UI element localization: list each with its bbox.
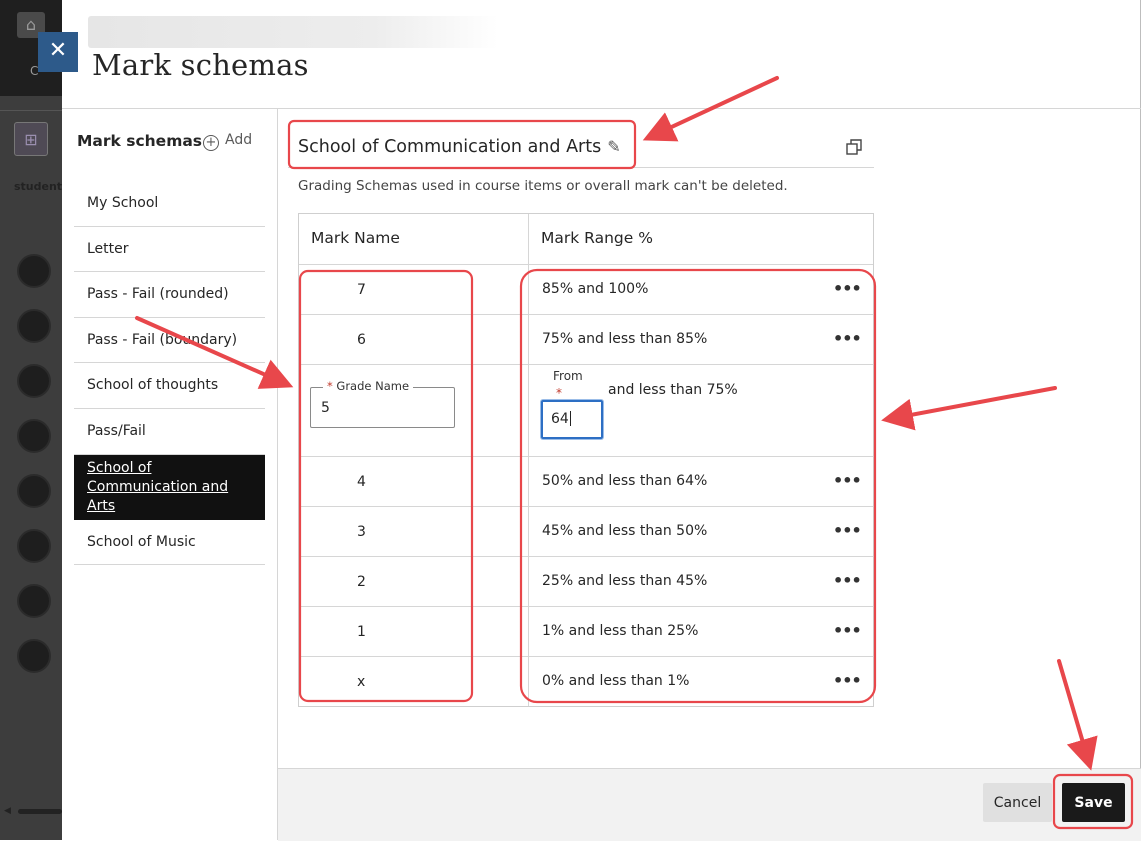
schema-item-school-of-thoughts[interactable]: School of thoughts [74, 363, 265, 409]
schema-item-communication-arts[interactable]: School of Communication and Arts [74, 455, 265, 520]
avatar [17, 419, 51, 453]
schema-item-label: Letter [87, 240, 129, 257]
schema-item-label: Pass - Fail (boundary) [87, 331, 238, 348]
mark-name: 7 [357, 282, 366, 298]
avatar [17, 254, 51, 288]
schema-item-label: Pass - Fail (rounded) [87, 286, 229, 302]
more-options-icon[interactable]: ••• [833, 571, 862, 590]
mark-table: Mark Name Mark Range % 7 85% and 100% ••… [298, 213, 874, 707]
schema-item-music[interactable]: School of Music [74, 520, 265, 565]
more-options-icon[interactable]: ••• [833, 471, 862, 490]
table-row: 4 50% and less than 64% ••• [299, 456, 873, 507]
background-app: ⌂ C ⊞ students ◀ [0, 0, 62, 840]
avatar [17, 309, 51, 343]
schema-list: My School Letter Pass - Fail (rounded) P… [74, 181, 265, 565]
more-options-icon[interactable]: ••• [833, 671, 862, 690]
grade-name-label: * Grade Name [323, 379, 414, 393]
close-button[interactable]: ✕ [38, 32, 78, 72]
required-mark: * [327, 379, 333, 393]
copy-icon[interactable] [846, 139, 862, 155]
table-row-editing: * Grade Name 5 From * 64 and less than 7… [299, 364, 873, 457]
bg-students-label: students [14, 180, 62, 193]
more-options-icon[interactable]: ••• [833, 279, 862, 298]
from-label: From [553, 369, 583, 383]
table-row: x 0% and less than 1% ••• [299, 656, 873, 707]
mark-range: 45% and less than 50% [542, 523, 708, 539]
schema-item-my-school[interactable]: My School [74, 181, 265, 227]
more-options-icon[interactable]: ••• [833, 521, 862, 540]
more-options-icon[interactable]: ••• [833, 621, 862, 640]
table-row: 6 75% and less than 85% ••• [299, 314, 873, 365]
schema-item-pass-fail-rounded[interactable]: Pass - Fail (rounded) [74, 272, 265, 318]
table-row: 2 25% and less than 45% ••• [299, 556, 873, 607]
grade-name-field[interactable]: * Grade Name 5 [310, 379, 455, 428]
schema-title: School of Communication and Arts ✎ [298, 137, 621, 157]
mark-name: x [357, 674, 366, 690]
mark-name: 2 [357, 574, 366, 590]
schema-item-label: My School [87, 195, 159, 211]
header-divider [62, 108, 1141, 109]
avatar [17, 639, 51, 673]
mark-range: 50% and less than 64% [542, 473, 708, 489]
mark-range: 85% and 100% [542, 281, 649, 297]
range-suffix: and less than 75% [608, 382, 738, 398]
more-options-icon[interactable]: ••• [833, 329, 862, 348]
from-percent-input[interactable]: 64 [541, 400, 603, 439]
mark-name: 3 [357, 524, 366, 540]
save-button[interactable]: Save [1062, 783, 1125, 822]
schema-title-text: School of Communication and Arts [298, 137, 602, 157]
schema-item-pass-fail-boundary[interactable]: Pass - Fail (boundary) [74, 318, 265, 363]
breadcrumb [88, 16, 498, 48]
horizontal-scrollbar[interactable] [18, 809, 62, 814]
mark-name: 4 [357, 474, 366, 490]
column-header-mark-name: Mark Name [311, 229, 400, 247]
scroll-left-icon[interactable]: ◀ [4, 806, 11, 816]
schema-item-pass-fail[interactable]: Pass/Fail [74, 409, 265, 455]
mark-range: 1% and less than 25% [542, 623, 699, 639]
grade-name-label-text: Grade Name [336, 379, 410, 393]
mark-range: 0% and less than 1% [542, 673, 690, 689]
from-value[interactable]: 64 [551, 411, 571, 427]
mark-range: 25% and less than 45% [542, 573, 708, 589]
bg-divider [0, 110, 62, 111]
schema-item-label: School of Music [87, 533, 196, 550]
nav-heading: Mark schemas [77, 132, 203, 150]
info-note: Grading Schemas used in course items or … [298, 178, 788, 194]
mark-name: 6 [357, 332, 366, 348]
avatar [17, 529, 51, 563]
table-row: 1 1% and less than 25% ••• [299, 606, 873, 657]
mark-range: 75% and less than 85% [542, 331, 708, 347]
pencil-icon[interactable]: ✎ [607, 137, 620, 156]
schema-item-label: Pass/Fail [87, 423, 146, 439]
add-label: Add [225, 132, 253, 148]
nav-divider [277, 109, 278, 840]
schema-item-label: School of Communication and Arts [87, 459, 229, 514]
grade-name-input[interactable]: 5 [321, 400, 330, 416]
title-divider [288, 167, 874, 168]
column-header-mark-range: Mark Range % [541, 229, 653, 247]
avatar [17, 364, 51, 398]
table-row: 3 45% and less than 50% ••• [299, 506, 873, 557]
avatar [17, 474, 51, 508]
page-title: Mark schemas [92, 48, 309, 82]
mark-name: 1 [357, 624, 366, 640]
required-mark: * [556, 386, 562, 400]
cancel-button[interactable]: Cancel [983, 783, 1052, 822]
avatar [17, 584, 51, 618]
table-row: 7 85% and 100% ••• [299, 264, 873, 315]
schema-item-letter[interactable]: Letter [74, 227, 265, 272]
add-schema-button[interactable]: + Add [203, 132, 252, 151]
grid-icon: ⊞ [14, 122, 48, 156]
schema-item-label: School of thoughts [87, 377, 219, 393]
plus-circle-icon: + [203, 135, 219, 151]
